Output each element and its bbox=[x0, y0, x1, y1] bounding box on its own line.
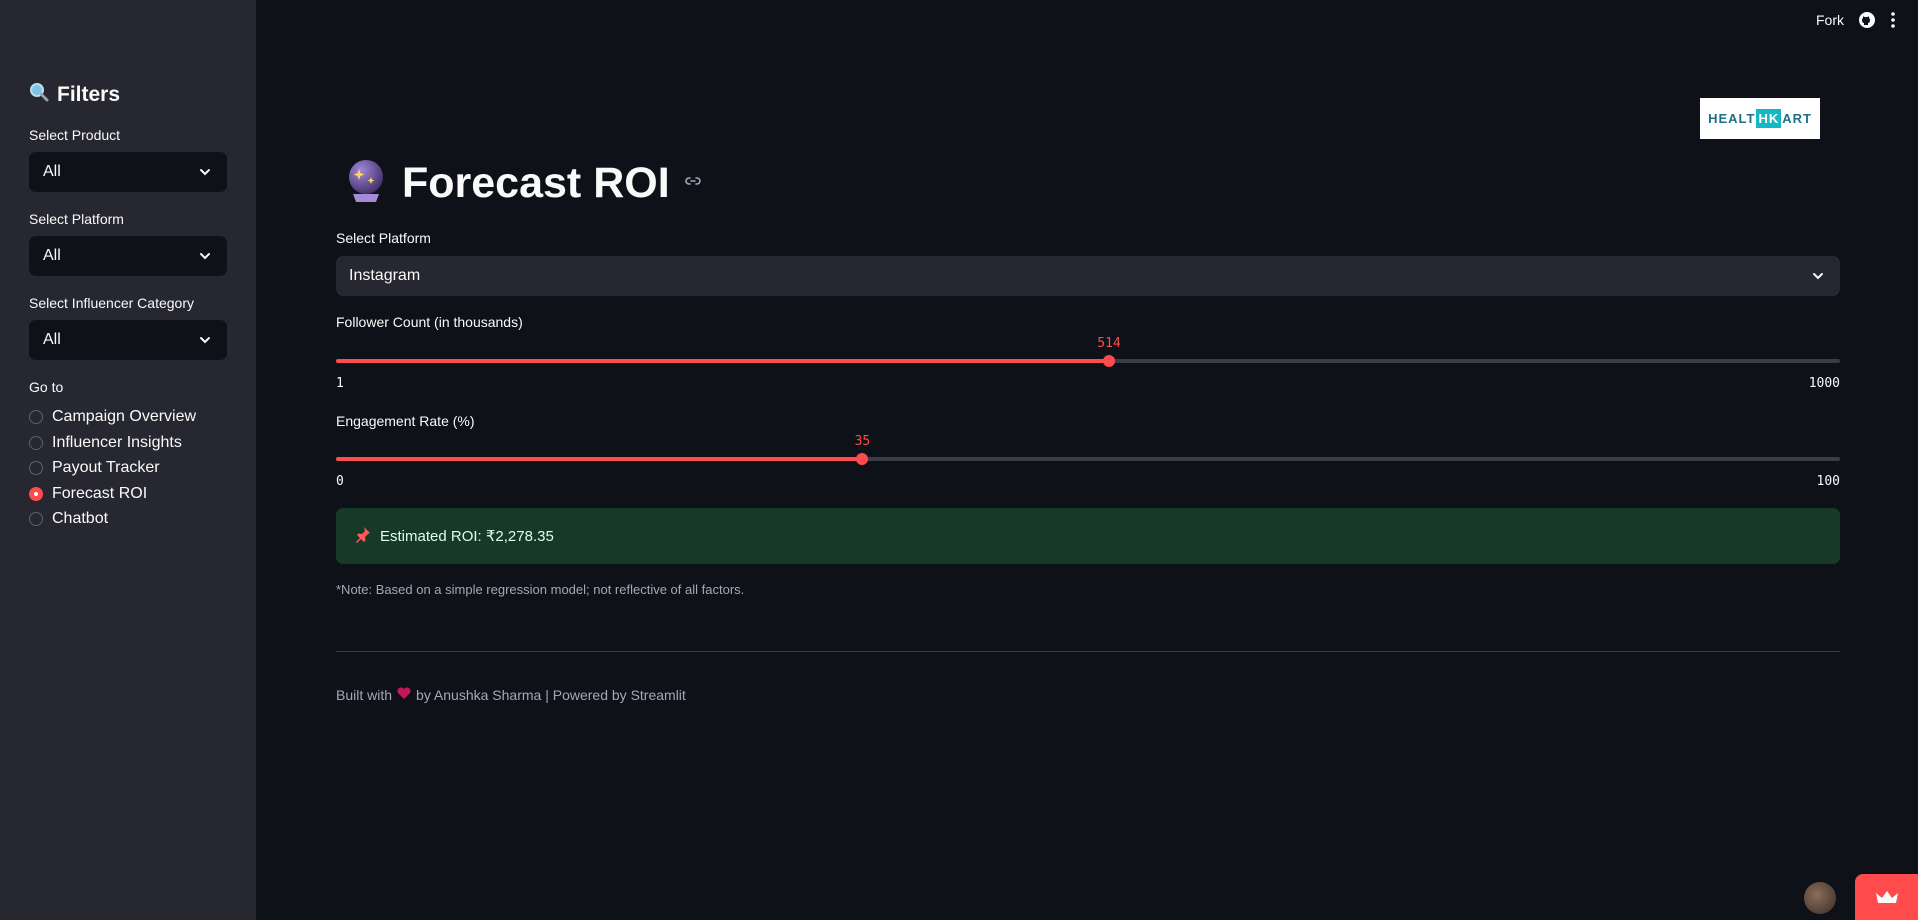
slider-value: 514 bbox=[1097, 336, 1121, 351]
footer-suffix: by Anushka Sharma | Powered by Streamlit bbox=[416, 686, 686, 703]
engagement-rate-label: Engagement Rate (%) bbox=[336, 413, 475, 429]
select-product-label: Select Product bbox=[29, 127, 121, 143]
select-platform-label: Select Platform bbox=[29, 211, 124, 227]
nav-label: Forecast ROI bbox=[52, 485, 148, 502]
sidebar-title-text: Filters bbox=[57, 83, 121, 106]
follower-min: 1 bbox=[336, 376, 344, 391]
chevron-down-icon bbox=[200, 253, 210, 260]
platform-dropdown[interactable]: Instagram bbox=[336, 256, 1840, 296]
slider-thumb[interactable] bbox=[856, 453, 869, 465]
radio-button[interactable] bbox=[29, 410, 43, 424]
select-platform-value: All bbox=[43, 247, 61, 264]
avatar[interactable] bbox=[1804, 882, 1836, 914]
footer: Built with by Anushka Sharma | Powered b… bbox=[336, 686, 686, 703]
radio-button-selected[interactable] bbox=[29, 487, 43, 501]
footer-prefix: Built with bbox=[336, 686, 393, 703]
nav-influencer-insights[interactable]: Influencer Insights bbox=[29, 434, 182, 452]
engagement-min: 0 bbox=[336, 474, 344, 489]
roi-result-alert: Estimated ROI: ₹2,278.35 bbox=[336, 508, 1840, 564]
nav-label: Campaign Overview bbox=[52, 408, 197, 425]
select-influencer-category-label: Select Influencer Category bbox=[29, 295, 194, 311]
nav-payout-tracker[interactable]: Payout Tracker bbox=[29, 459, 160, 477]
chevron-down-icon bbox=[200, 169, 210, 176]
streamlit-badge[interactable] bbox=[1855, 874, 1918, 920]
magnifier-icon bbox=[29, 82, 49, 108]
slider-fill bbox=[336, 457, 863, 461]
github-icon[interactable] bbox=[1858, 11, 1876, 29]
slider-thumb[interactable] bbox=[1103, 355, 1116, 367]
select-product-dropdown[interactable]: All bbox=[29, 152, 227, 192]
logo-text-left: HEALT bbox=[1708, 111, 1756, 126]
divider bbox=[336, 651, 1840, 652]
model-note: *Note: Based on a simple regression mode… bbox=[336, 582, 745, 597]
select-product-value: All bbox=[43, 163, 61, 180]
crown-icon bbox=[1875, 891, 1898, 903]
logo-text-mid: HK bbox=[1756, 109, 1782, 128]
radio-button[interactable] bbox=[29, 436, 43, 450]
nav-campaign-overview[interactable]: Campaign Overview bbox=[29, 408, 196, 426]
engagement-max: 100 bbox=[1816, 474, 1840, 489]
platform-value: Instagram bbox=[349, 267, 421, 284]
healthkart-logo: HEALT HK ART bbox=[1700, 98, 1820, 139]
link-icon[interactable] bbox=[684, 172, 702, 195]
nav-forecast-roi[interactable]: Forecast ROI bbox=[29, 485, 147, 503]
sidebar: Filters Select Product All Select Platfo… bbox=[0, 0, 256, 920]
select-influencer-category-value: All bbox=[43, 331, 61, 348]
slider-value: 35 bbox=[854, 434, 871, 449]
follower-max: 1000 bbox=[1808, 376, 1840, 391]
nav-label: Payout Tracker bbox=[52, 459, 160, 476]
page-title-text: Forecast ROI bbox=[402, 159, 670, 207]
more-menu-icon[interactable] bbox=[1890, 11, 1896, 29]
follower-count-label: Follower Count (in thousands) bbox=[336, 314, 523, 330]
goto-label: Go to bbox=[29, 379, 64, 395]
platform-label: Select Platform bbox=[336, 230, 431, 246]
nav-chatbot[interactable]: Chatbot bbox=[29, 510, 108, 528]
app-header: Fork bbox=[1816, 11, 1896, 29]
pushpin-icon bbox=[354, 525, 372, 547]
sidebar-title: Filters bbox=[29, 82, 120, 108]
nav-label: Chatbot bbox=[52, 510, 109, 527]
chevron-down-icon bbox=[200, 337, 210, 344]
select-influencer-category-dropdown[interactable]: All bbox=[29, 320, 227, 360]
slider-fill bbox=[336, 359, 1110, 363]
heart-icon bbox=[396, 686, 412, 703]
nav-label: Influencer Insights bbox=[52, 434, 182, 451]
follower-count-slider[interactable]: 514 bbox=[336, 336, 1840, 376]
logo-text-right: ART bbox=[1782, 111, 1812, 126]
engagement-rate-slider[interactable]: 35 bbox=[336, 434, 1840, 474]
select-platform-dropdown[interactable]: All bbox=[29, 236, 227, 276]
crystal-ball-icon bbox=[344, 158, 388, 209]
fork-button[interactable]: Fork bbox=[1816, 12, 1844, 28]
page-title: Forecast ROI bbox=[344, 158, 702, 209]
radio-button[interactable] bbox=[29, 512, 43, 526]
roi-result-text: Estimated ROI: ₹2,278.35 bbox=[380, 528, 554, 545]
radio-button[interactable] bbox=[29, 461, 43, 475]
chevron-down-icon bbox=[1813, 273, 1823, 280]
